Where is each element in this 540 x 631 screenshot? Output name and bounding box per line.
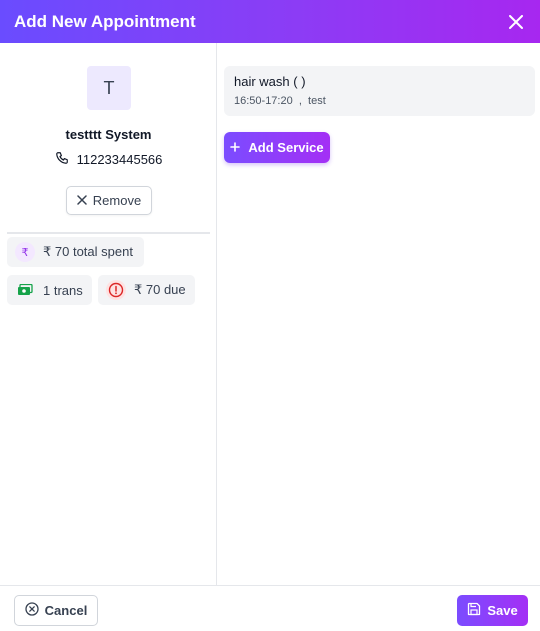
transactions-badge: 1 trans <box>7 275 92 305</box>
services-panel: hair wash ( ) 16:50-17:20 , test Add Ser… <box>218 43 540 585</box>
service-staff: test <box>308 95 326 107</box>
add-service-button[interactable]: Add Service <box>224 132 330 163</box>
add-service-label: Add Service <box>248 140 324 155</box>
total-spent-text: ₹ 70 total spent <box>43 244 133 259</box>
cancel-label: Cancel <box>44 603 88 618</box>
service-time: 16:50-17:20 <box>234 95 293 107</box>
rupee-icon: ₹ <box>15 242 35 262</box>
remove-label: Remove <box>92 193 142 208</box>
remove-button[interactable]: Remove <box>66 186 152 215</box>
save-button[interactable]: Save <box>457 595 528 626</box>
customer-panel: T testttt System 112233445566 Remove ₹ ₹… <box>0 43 217 585</box>
avatar: T <box>87 66 131 110</box>
meta-separator: , <box>295 95 305 107</box>
close-icon[interactable] <box>506 12 526 32</box>
x-icon <box>77 193 87 208</box>
transactions-text: 1 trans <box>43 282 83 298</box>
save-icon <box>467 602 481 619</box>
cancel-button[interactable]: Cancel <box>14 595 98 626</box>
phone-icon <box>55 151 69 168</box>
service-meta: 16:50-17:20 , test <box>234 95 525 107</box>
modal-footer: Cancel Save <box>0 585 540 631</box>
customer-phone: 112233445566 <box>76 152 163 167</box>
save-label: Save <box>487 603 518 618</box>
alert-icon <box>106 280 126 300</box>
due-badge: ₹ 70 due <box>98 275 195 305</box>
modal-header: Add New Appointment <box>0 0 540 43</box>
plus-icon <box>230 140 241 155</box>
due-text: ₹ 70 due <box>134 282 186 297</box>
cancel-circle-icon <box>25 602 39 619</box>
service-card[interactable]: hair wash ( ) 16:50-17:20 , test <box>224 66 535 116</box>
customer-name: testttt System <box>65 127 152 142</box>
divider <box>7 232 210 234</box>
total-spent-badge: ₹ ₹ 70 total spent <box>7 237 144 267</box>
cash-icon <box>15 280 35 300</box>
customer-phone-row: 112233445566 <box>0 151 217 168</box>
modal-title: Add New Appointment <box>14 11 196 31</box>
service-name: hair wash ( ) <box>234 74 306 89</box>
